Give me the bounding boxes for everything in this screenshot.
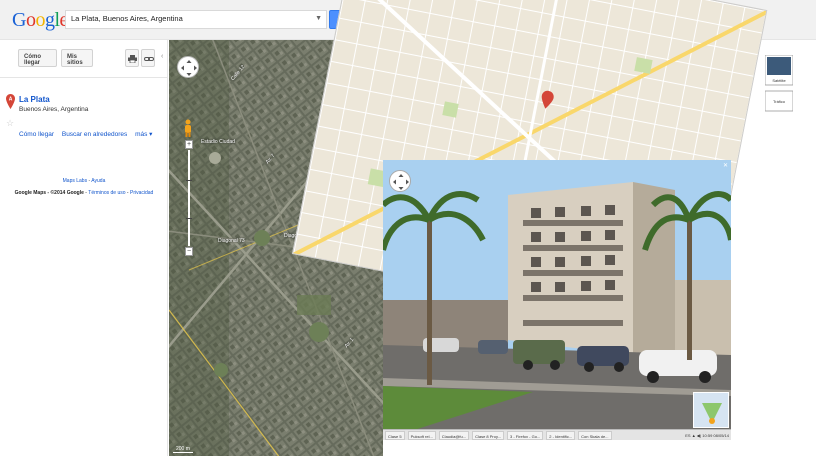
pan-arrows-icon <box>393 174 409 190</box>
directions-link[interactable]: Cómo llegar <box>19 131 54 138</box>
street-view-panel[interactable]: ✕ <box>383 160 731 440</box>
logo-letter: o <box>25 9 36 31</box>
taskbar-item[interactable]: 3 - Firefox - Go... <box>507 431 544 440</box>
directions-button[interactable]: Cómo llegar <box>18 49 57 67</box>
footer-legal: Google Maps - ©2014 Google - Términos de… <box>0 190 168 196</box>
footer-links: Maps Labs - Ayuda <box>0 178 168 184</box>
copyright-text: Google Maps - ©2014 Google <box>14 190 84 196</box>
pegman-icon[interactable] <box>184 119 192 137</box>
traffic-toggle-label[interactable]: Tráfico <box>773 99 786 104</box>
taskbar-item[interactable]: Con Skala de... <box>578 431 612 440</box>
my-places-button[interactable]: Mis sitios <box>61 49 93 67</box>
link-icon <box>144 57 154 61</box>
camera-direction-icon <box>702 403 722 424</box>
zoom-track[interactable] <box>188 150 190 246</box>
street-view-minimap[interactable] <box>693 392 729 428</box>
logo-letter: o <box>35 9 45 31</box>
place-links: Cómo llegar Buscar en alrededores más ▾ <box>19 130 158 138</box>
map-label: Estadio Ciudad <box>201 139 235 145</box>
system-tray[interactable]: ES ▲ ◀) 10:59 08/05/14 <box>685 431 729 440</box>
taskbar-item[interactable]: Claudia@fu... <box>438 431 470 440</box>
search-nearby-link[interactable]: Buscar en alrededores <box>62 131 127 138</box>
scale-bar: 200 m <box>173 446 193 453</box>
place-address: Buenos Aires, Argentina <box>19 106 89 113</box>
zoom-out-button[interactable]: − <box>185 247 193 256</box>
print-icon <box>128 55 137 63</box>
logo-letter: g <box>44 9 55 31</box>
maps-labs-link[interactable]: Maps Labs <box>63 178 87 184</box>
map-type-control[interactable]: Satélite Tráfico <box>765 55 793 113</box>
print-button[interactable] <box>125 49 139 67</box>
collapse-panel-icon[interactable]: ‹ <box>161 53 163 60</box>
taskbar: Clase 5 Puksoft rel... Claudia@fu... Clase … <box>383 429 731 440</box>
marker-letter: A <box>9 97 13 103</box>
map-label: Diagonal 73 <box>218 238 245 244</box>
link-button[interactable] <box>141 49 155 67</box>
zoom-tick <box>186 180 192 181</box>
terms-link[interactable]: Términos de uso <box>88 190 125 196</box>
zoom-tick <box>186 218 192 219</box>
close-icon[interactable]: ✕ <box>723 162 728 169</box>
pan-arrows-icon <box>181 60 197 76</box>
place-title[interactable]: La Plata <box>19 95 50 104</box>
more-link[interactable]: más ▾ <box>135 131 152 138</box>
panel-divider <box>0 77 168 78</box>
left-panel: Cómo llegar Mis sitios ‹ A ☆ La Plata Bu… <box>0 40 168 456</box>
zoom-in-button[interactable]: + <box>185 140 193 149</box>
taskbar-item[interactable]: Clase 5 <box>385 431 405 440</box>
marker-a-icon[interactable]: A <box>6 94 15 109</box>
pan-control[interactable] <box>177 56 199 78</box>
privacy-link[interactable]: Privacidad <box>130 190 153 196</box>
star-icon[interactable]: ☆ <box>6 118 14 129</box>
street-view-pan-control[interactable] <box>389 170 411 192</box>
dropdown-arrow-icon[interactable]: ▼ <box>315 15 322 22</box>
taskbar-item[interactable]: Puksoft rel... <box>407 431 436 440</box>
satellite-toggle-label[interactable]: Satélite <box>772 78 786 83</box>
zoom-slider[interactable]: + − <box>185 140 193 256</box>
taskbar-item[interactable]: 2 - Identific... <box>546 431 576 440</box>
search-input[interactable]: La Plata, Buenos Aires, Argentina ▼ <box>65 10 327 29</box>
taskbar-item[interactable]: Clase 8 Proy... <box>472 431 505 440</box>
google-logo[interactable]: Google <box>12 9 68 32</box>
help-link[interactable]: Ayuda <box>91 178 105 184</box>
street-view-image <box>383 160 731 440</box>
search-input-value: La Plata, Buenos Aires, Argentina <box>71 14 183 23</box>
logo-letter: G <box>12 9 26 31</box>
